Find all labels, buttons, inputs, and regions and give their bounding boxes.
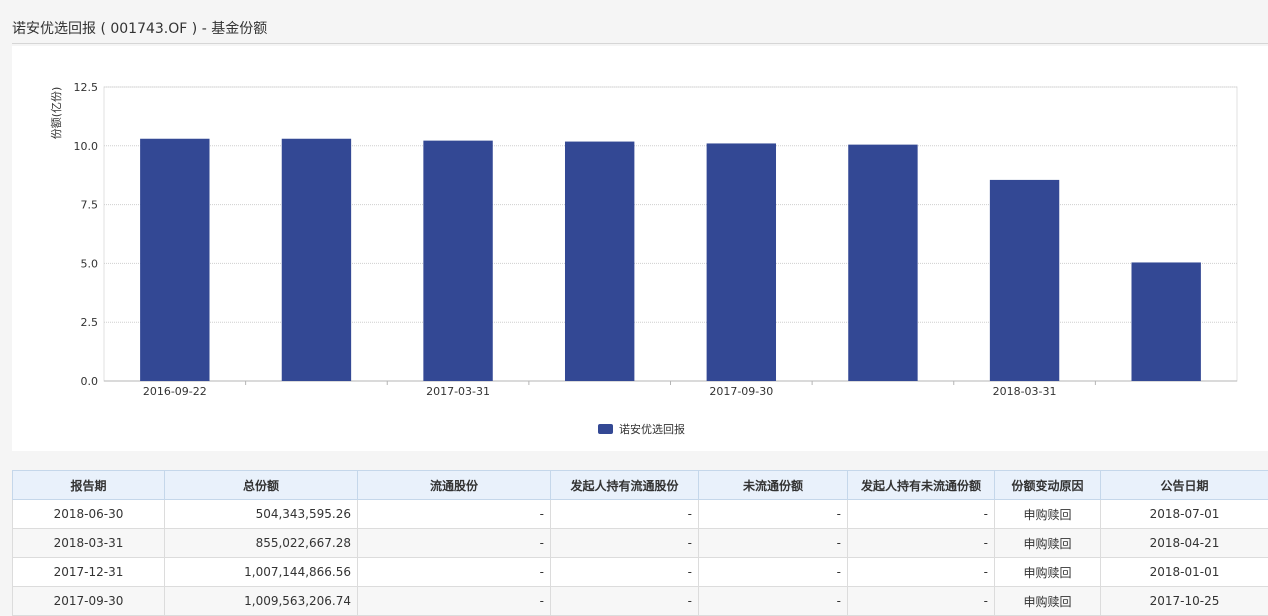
cell-circulating-shares: - [358, 500, 551, 529]
cell-total-shares: 504,343,595.26 [165, 500, 358, 529]
legend-label: 诺安优选回报 [619, 422, 685, 436]
bar-2016-09-22 [140, 139, 209, 381]
fund-share-table: 报告期 总份额 流通股份 发起人持有流通股份 未流通份额 发起人持有未流通份额 … [12, 470, 1268, 616]
bar-2017-03-31 [423, 141, 492, 381]
cell-report-period: 2018-03-31 [13, 529, 165, 558]
cell-total-shares: 855,022,667.28 [165, 529, 358, 558]
cell-sponsor-non-circulating: - [848, 500, 995, 529]
y-tick-label: 0.0 [81, 375, 99, 388]
y-tick-label: 5.0 [81, 257, 99, 270]
bar-2017-12-31 [848, 145, 917, 381]
y-axis-label: 份额(亿份) [50, 87, 63, 140]
y-tick-label: 7.5 [81, 199, 99, 212]
cell-change-reason: 申购赎回 [995, 529, 1101, 558]
bar-2018-06-30 [1131, 262, 1200, 381]
header-total-shares: 总份额 [165, 471, 358, 500]
cell-report-period: 2018-06-30 [13, 500, 165, 529]
bar-2017-09-30 [707, 143, 776, 381]
cell-sponsor-non-circulating: - [848, 587, 995, 616]
cell-change-reason: 申购赎回 [995, 587, 1101, 616]
cell-announce-date: 2018-01-01 [1101, 558, 1268, 587]
title-divider [12, 43, 1268, 44]
x-tick-label: 2016-09-22 [143, 385, 207, 398]
header-announce-date: 公告日期 [1101, 471, 1268, 500]
page-title: 诺安优选回报 ( 001743.OF ) - 基金份额 [12, 18, 267, 38]
table-row: 2018-06-30 504,343,595.26 - - - - 申购赎回 2… [13, 500, 1268, 529]
cell-sponsor-non-circulating: - [848, 529, 995, 558]
cell-sponsor-circulating: - [551, 587, 699, 616]
legend-swatch [598, 424, 613, 434]
cell-sponsor-circulating: - [551, 558, 699, 587]
table-row: 2017-12-31 1,007,144,866.56 - - - - 申购赎回… [13, 558, 1268, 587]
cell-sponsor-non-circulating: - [848, 558, 995, 587]
x-tick-label: 2018-03-31 [993, 385, 1057, 398]
x-tick-label: 2017-09-30 [709, 385, 773, 398]
cell-circulating-shares: - [358, 587, 551, 616]
cell-circulating-shares: - [358, 558, 551, 587]
header-non-circulating: 未流通份额 [699, 471, 848, 500]
header-change-reason: 份额变动原因 [995, 471, 1101, 500]
table-row: 2018-03-31 855,022,667.28 - - - - 申购赎回 2… [13, 529, 1268, 558]
cell-non-circulating: - [699, 558, 848, 587]
y-tick-label: 2.5 [81, 316, 99, 329]
chart-panel: 0.0 2.5 5.0 7.5 10.0 12.5 份额(亿份) 2016-09-22 2017… [12, 46, 1268, 451]
bar-2016-12-31 [282, 139, 351, 381]
cell-change-reason: 申购赎回 [995, 558, 1101, 587]
cell-report-period: 2017-12-31 [13, 558, 165, 587]
cell-non-circulating: - [699, 529, 848, 558]
cell-announce-date: 2018-04-21 [1101, 529, 1268, 558]
header-report-period: 报告期 [13, 471, 165, 500]
header-circulating-shares: 流通股份 [358, 471, 551, 500]
table-header-row: 报告期 总份额 流通股份 发起人持有流通股份 未流通份额 发起人持有未流通份额 … [13, 471, 1268, 500]
bar-2018-03-31 [990, 180, 1059, 381]
cell-announce-date: 2017-10-25 [1101, 587, 1268, 616]
bar-2017-06-30 [565, 142, 634, 381]
cell-sponsor-circulating: - [551, 500, 699, 529]
header-sponsor-circulating: 发起人持有流通股份 [551, 471, 699, 500]
cell-total-shares: 1,009,563,206.74 [165, 587, 358, 616]
cell-total-shares: 1,007,144,866.56 [165, 558, 358, 587]
cell-non-circulating: - [699, 500, 848, 529]
cell-non-circulating: - [699, 587, 848, 616]
cell-change-reason: 申购赎回 [995, 500, 1101, 529]
x-tick-label: 2017-03-31 [426, 385, 490, 398]
cell-sponsor-circulating: - [551, 529, 699, 558]
cell-announce-date: 2018-07-01 [1101, 500, 1268, 529]
y-tick-label: 10.0 [74, 140, 99, 153]
cell-report-period: 2017-09-30 [13, 587, 165, 616]
table-row: 2017-09-30 1,009,563,206.74 - - - - 申购赎回… [13, 587, 1268, 616]
bar-chart: 0.0 2.5 5.0 7.5 10.0 12.5 份额(亿份) 2016-09-22 2017… [12, 46, 1268, 451]
plot-frame [104, 87, 1237, 381]
y-tick-label: 12.5 [74, 81, 99, 94]
cell-circulating-shares: - [358, 529, 551, 558]
header-sponsor-non-circulating: 发起人持有未流通份额 [848, 471, 995, 500]
